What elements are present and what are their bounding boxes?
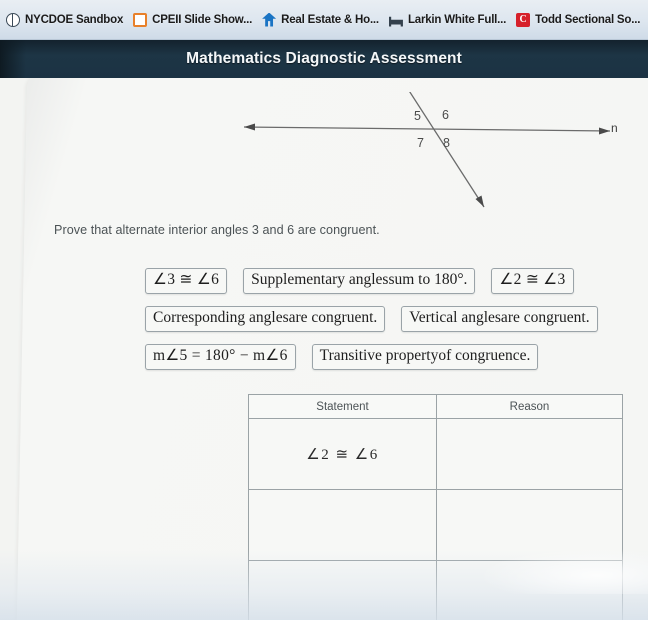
bed-icon	[388, 16, 403, 27]
tile-angle2-cong-angle3[interactable]: ∠2 ≅ ∠3	[491, 268, 574, 294]
reason-cell[interactable]	[436, 560, 623, 620]
statement-cell[interactable]	[248, 560, 437, 620]
credit-icon: C	[516, 12, 531, 27]
tile-angle3-cong-angle6[interactable]: ∠3 ≅ ∠6	[145, 268, 228, 294]
tile-row: m∠5 = 180° − m∠6 Transitive propertyof c…	[145, 343, 635, 370]
answer-tile-bank: ∠3 ≅ ∠6 Supplementary anglessum to 180°.…	[145, 268, 635, 382]
line-label-n: n	[611, 121, 618, 135]
angle-label-5: 5	[414, 109, 421, 123]
worksheet-canvas: 5 6 7 8 n Prove that alternate interior …	[0, 78, 648, 620]
bookmark-label: Larkin White Full...	[407, 13, 507, 26]
angle-label-6: 6	[442, 108, 449, 122]
orange-square-icon	[133, 12, 148, 27]
tile-supplementary-angles[interactable]: Supplementary anglessum to 180°.	[243, 268, 476, 294]
diagram-svg	[243, 92, 611, 208]
column-header-statement: Statement	[248, 394, 437, 419]
line-n	[243, 126, 611, 132]
house-icon	[262, 12, 277, 27]
two-column-proof-table: Statement Reason ∠2 ≅ ∠6	[248, 394, 623, 620]
bookmark-label: Todd Sectional So...	[535, 13, 641, 26]
app-header: Mathematics Diagnostic Assessment	[0, 40, 648, 78]
header-left-shade	[0, 40, 26, 78]
arrowhead-transversal	[475, 195, 484, 207]
tile-row: ∠3 ≅ ∠6 Supplementary anglessum to 180°.…	[145, 268, 635, 294]
question-prompt: Prove that alternate interior angles 3 a…	[54, 223, 380, 237]
arrowhead-left	[244, 123, 255, 131]
bookmark-label: Real Estate & Ho...	[281, 13, 379, 26]
table-row: ∠2 ≅ ∠6	[248, 418, 623, 490]
column-header-reason: Reason	[436, 394, 623, 419]
tile-m5-equals-180-minus-m6[interactable]: m∠5 = 180° − m∠6	[145, 343, 296, 370]
bookmark-larkin-white[interactable]: Larkin White Full...	[385, 11, 512, 29]
angle-label-8: 8	[443, 136, 450, 150]
reason-cell[interactable]	[436, 489, 623, 561]
reason-cell[interactable]	[436, 418, 623, 490]
bookmark-real-estate[interactable]: Real Estate & Ho...	[258, 11, 385, 29]
statement-cell[interactable]: ∠2 ≅ ∠6	[248, 418, 437, 490]
statement-cell[interactable]	[248, 489, 437, 561]
bookmark-todd-sectional[interactable]: C Todd Sectional So...	[512, 11, 646, 29]
globe-icon	[6, 12, 20, 27]
table-row	[248, 560, 623, 620]
tile-vertical-angles[interactable]: Vertical anglesare congruent.	[401, 305, 598, 332]
page-content: 5 6 7 8 n Prove that alternate interior …	[0, 78, 648, 620]
angle-label-7: 7	[417, 136, 424, 150]
table-row	[248, 489, 623, 561]
bookmark-nycdoe-sandbox[interactable]: NYCDOE Sandbox	[2, 11, 129, 29]
tile-corresponding-angles[interactable]: Corresponding anglesare congruent.	[145, 305, 386, 332]
browser-bookmarks-bar: NYCDOE Sandbox CPEII Slide Show... Real …	[0, 0, 648, 40]
bookmark-cpeii-slide-show[interactable]: CPEII Slide Show...	[129, 11, 258, 29]
arrowhead-right	[599, 127, 610, 135]
table-header-row: Statement Reason	[248, 394, 623, 419]
bookmark-label: CPEII Slide Show...	[152, 13, 253, 26]
tile-transitive-property[interactable]: Transitive propertyof congruence.	[311, 343, 539, 370]
two-lines-transversal-diagram: 5 6 7 8 n	[228, 92, 648, 222]
page-title: Mathematics Diagnostic Assessment	[186, 50, 462, 67]
bookmark-label: NYCDOE Sandbox	[25, 13, 124, 26]
tile-row: Corresponding anglesare congruent. Verti…	[145, 305, 635, 332]
